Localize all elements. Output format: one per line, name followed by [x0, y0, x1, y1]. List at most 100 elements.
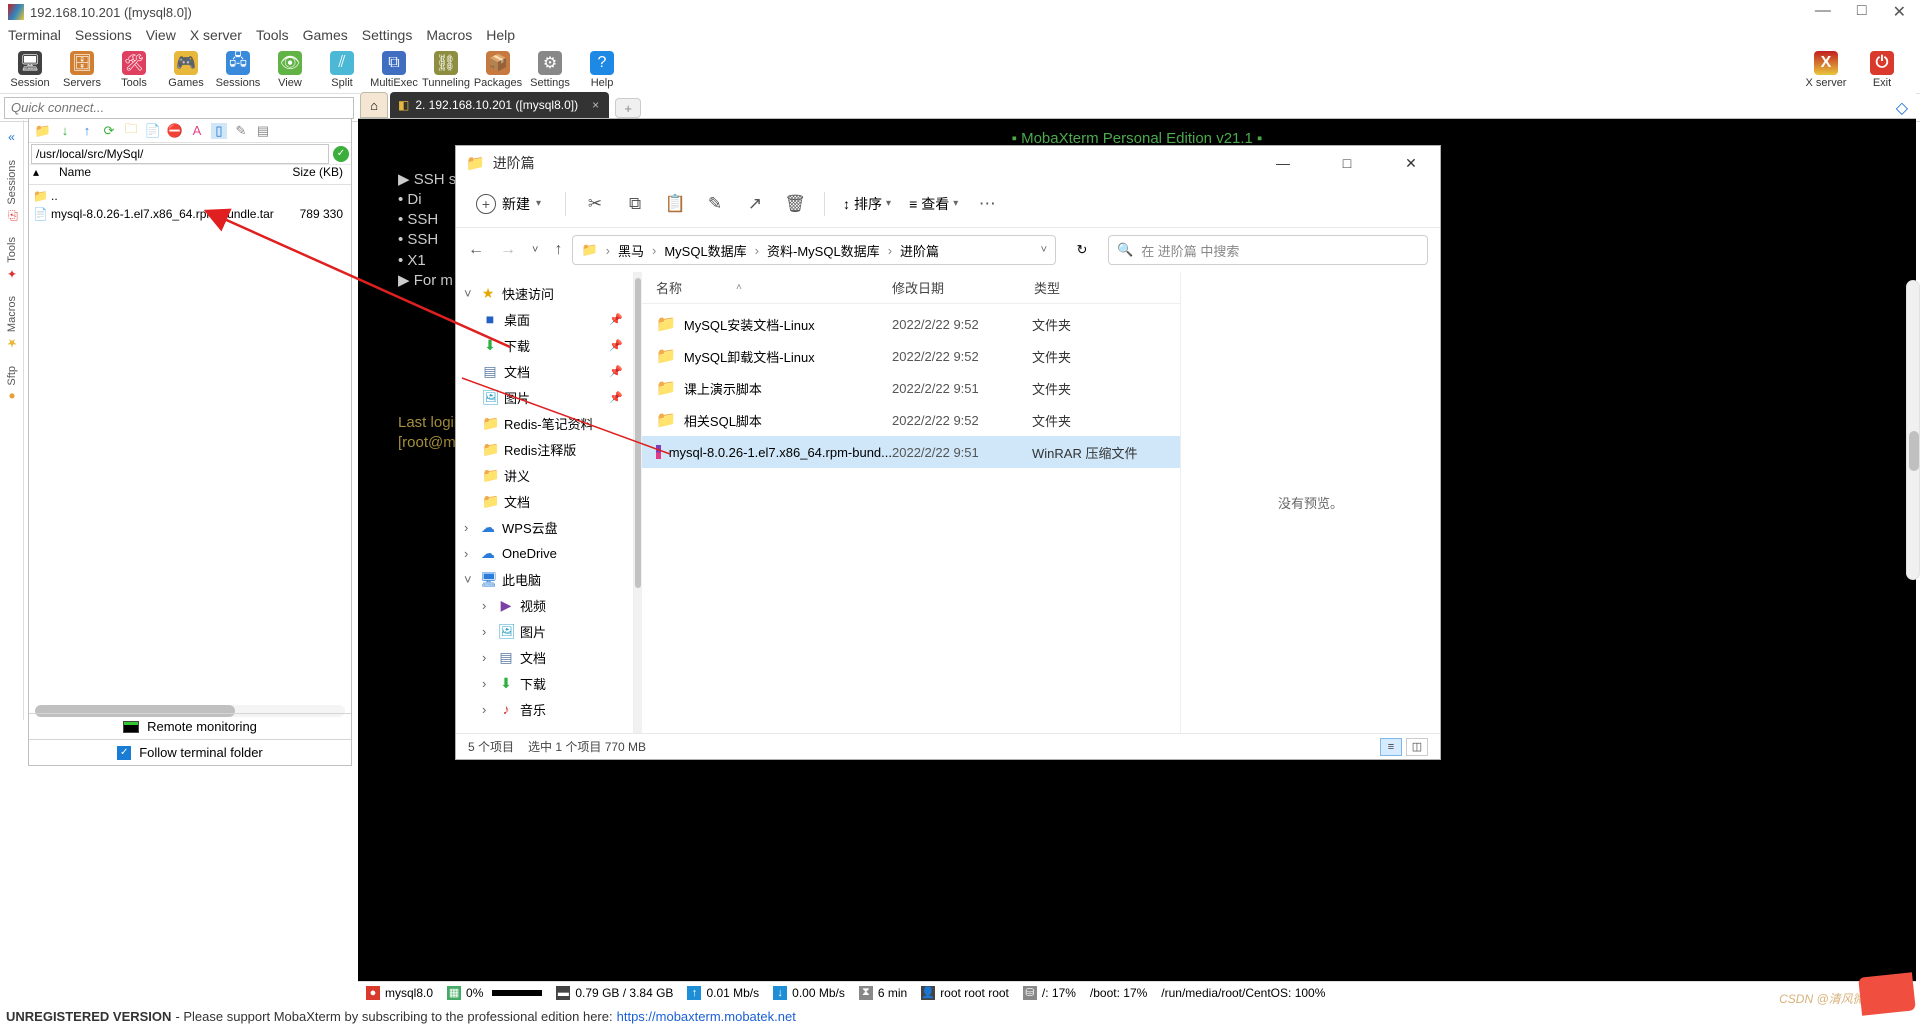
sftp-properties-icon[interactable]: ▤ [255, 123, 271, 139]
file-row[interactable]: 📁MySQL安装文档-Linux2022/2/22 9:52文件夹 [642, 308, 1180, 340]
remote-monitoring-button[interactable]: Remote monitoring [29, 713, 351, 739]
tab-home[interactable]: ⌂ [360, 92, 388, 118]
sftp-path-input[interactable] [31, 144, 329, 164]
crumb-3[interactable]: 进阶篇 [900, 241, 939, 260]
sftp-col-name[interactable]: Name [43, 165, 281, 184]
menu-settings[interactable]: Settings [362, 27, 413, 43]
toolbar-view-button[interactable]: 👁View [264, 49, 316, 89]
paste-icon[interactable]: 📋 [664, 193, 686, 215]
menu-games[interactable]: Games [303, 27, 348, 43]
sftp-newfolder-icon[interactable]: 🗀 [123, 123, 139, 139]
col-date-header[interactable]: 修改日期 [892, 278, 1032, 297]
menu-tools[interactable]: Tools [256, 27, 289, 43]
new-button[interactable]: + 新建 ▾ [470, 190, 547, 218]
crumb-0[interactable]: 黑马 [618, 241, 644, 260]
toolbar-games-button[interactable]: 🎮Games [160, 49, 212, 89]
tree-item[interactable]: ▤文档📌 [460, 358, 629, 384]
sftp-newfile-icon[interactable]: 📄 [145, 123, 161, 139]
sort-caret-icon[interactable]: ▴ [29, 165, 43, 184]
crumb-2[interactable]: 资料-MySQL数据库 [767, 241, 880, 260]
sftp-download-icon[interactable]: ↓ [57, 123, 73, 139]
explorer-maximize-button[interactable]: □ [1328, 151, 1366, 175]
window-close-button[interactable]: ✕ [1893, 2, 1906, 22]
window-minimize-button[interactable]: — [1815, 2, 1831, 22]
toolbar-exit-button[interactable]: ⏻Exit [1856, 49, 1908, 89]
quick-connect-input[interactable] [4, 97, 354, 119]
sort-dropdown[interactable]: ↕ 排序 ▾ [843, 194, 891, 214]
toolbar-tunneling-button[interactable]: ⛓Tunneling [420, 49, 472, 89]
menu-macros[interactable]: Macros [426, 27, 472, 43]
sftp-home-icon[interactable]: 📁 [35, 123, 51, 139]
tree-item[interactable]: 📁Redis-笔记资料 [460, 410, 629, 436]
nav-forward-button[interactable]: → [500, 241, 516, 259]
tab-close-button[interactable]: × [592, 98, 599, 112]
copy-icon[interactable]: ⧉ [624, 193, 646, 215]
nav-up-button[interactable]: ↑ [554, 241, 562, 259]
follow-terminal-toggle[interactable]: ✓ Follow terminal folder [29, 739, 351, 765]
tree-scrollbar[interactable] [634, 272, 642, 733]
toolbar-session-button[interactable]: 🖥Session [4, 49, 56, 89]
tree-quick-access[interactable]: ˅★快速访问 [460, 280, 629, 306]
details-view-button[interactable]: ≡ [1380, 738, 1402, 756]
menu-terminal[interactable]: Terminal [8, 27, 61, 43]
refresh-button[interactable]: ↻ [1066, 235, 1098, 265]
nav-back-button[interactable]: ← [468, 241, 484, 259]
crumb-1[interactable]: MySQL数据库 [664, 241, 746, 260]
rail-collapse-icon[interactable]: « [8, 130, 15, 144]
sftp-col-size[interactable]: Size (KB) [281, 165, 351, 184]
tree-item[interactable]: ›🖼图片 [460, 618, 629, 644]
search-box[interactable]: 🔍 在 进阶篇 中搜索 [1108, 235, 1428, 265]
tree-item[interactable]: ›⬇下载 [460, 670, 629, 696]
toolbar-xserver-button[interactable]: XX server [1800, 49, 1852, 89]
tree-item[interactable]: ›▤文档 [460, 644, 629, 670]
tree-item[interactable]: ›▶视频 [460, 592, 629, 618]
sftp-row[interactable]: 📁.. [29, 187, 351, 205]
sftp-upload-icon[interactable]: ↑ [79, 123, 95, 139]
menu-sessions[interactable]: Sessions [75, 27, 132, 43]
rail-macros[interactable]: ★Macros [5, 296, 19, 350]
tree-item[interactable]: 📁讲义 [460, 462, 629, 488]
file-row[interactable]: 📁MySQL卸载文档-Linux2022/2/22 9:52文件夹 [642, 340, 1180, 372]
tab-active-session[interactable]: ◧ 2. 192.168.10.201 ([mysql8.0]) × [390, 92, 609, 118]
toolbar-packages-button[interactable]: 📦Packages [472, 49, 524, 89]
nav-chevron-icon[interactable]: ˅ [532, 244, 538, 256]
more-icon[interactable]: ⋯ [976, 193, 998, 215]
rail-tools[interactable]: ✦Tools [5, 237, 19, 281]
path-dropdown-icon[interactable]: ˅ [1041, 244, 1047, 256]
menu-xserver[interactable]: X server [190, 27, 242, 43]
sftp-openterm-icon[interactable]: ✎ [233, 123, 249, 139]
menu-help[interactable]: Help [486, 27, 515, 43]
toolbar-tools-button[interactable]: 🛠Tools [108, 49, 160, 89]
tab-new-button[interactable]: + [615, 98, 641, 118]
explorer-close-button[interactable]: ✕ [1392, 151, 1430, 175]
toolbar-sessions-button[interactable]: 🖧Sessions [212, 49, 264, 89]
breadcrumb-path[interactable]: 📁 › 黑马› MySQL数据库› 资料-MySQL数据库› 进阶篇 ˅ [572, 235, 1056, 265]
delete-icon[interactable]: 🗑 [784, 193, 806, 215]
tree-wps[interactable]: ›☁WPS云盘 [460, 514, 629, 540]
tree-item[interactable]: 📁文档 [460, 488, 629, 514]
sftp-path-ok-icon[interactable]: ✓ [333, 146, 349, 162]
rename-icon[interactable]: ✎ [704, 193, 726, 215]
window-maximize-button[interactable]: □ [1857, 2, 1867, 22]
toolbar-multiexec-button[interactable]: ⧉MultiExec [368, 49, 420, 89]
file-row[interactable]: 📁相关SQL脚本2022/2/22 9:52文件夹 [642, 404, 1180, 436]
toolbar-help-button[interactable]: ?Help [576, 49, 628, 89]
tree-item[interactable]: 🖼图片📌 [460, 384, 629, 410]
tree-item[interactable]: ›♪音乐 [460, 696, 629, 722]
menu-view[interactable]: View [146, 27, 176, 43]
tree-item[interactable]: ⬇下载📌 [460, 332, 629, 358]
file-row[interactable]: mysql-8.0.26-1.el7.x86_64.rpm-bund...202… [642, 436, 1180, 468]
tree-item[interactable]: 📁Redis注释版 [460, 436, 629, 462]
sftp-refresh-icon[interactable]: ⟳ [101, 123, 117, 139]
icons-view-button[interactable]: ◫ [1406, 738, 1428, 756]
sftp-edit-icon[interactable]: ▯ [211, 123, 227, 139]
col-name-header[interactable]: 名称 [656, 278, 682, 297]
toolbar-servers-button[interactable]: 🗄Servers [56, 49, 108, 89]
rail-sessions[interactable]: ⎘Sessions [5, 160, 19, 221]
rail-sftp[interactable]: ●Sftp [5, 366, 19, 404]
toolbar-config-icon[interactable]: ◇ [1896, 98, 1916, 118]
tree-item[interactable]: ■桌面📌 [460, 306, 629, 332]
tree-onedrive[interactable]: ›☁OneDrive [460, 540, 629, 566]
sftp-row[interactable]: 📄mysql-8.0.26-1.el7.x86_64.rpm-bundle.ta… [29, 205, 351, 223]
file-row[interactable]: 📁课上演示脚本2022/2/22 9:51文件夹 [642, 372, 1180, 404]
